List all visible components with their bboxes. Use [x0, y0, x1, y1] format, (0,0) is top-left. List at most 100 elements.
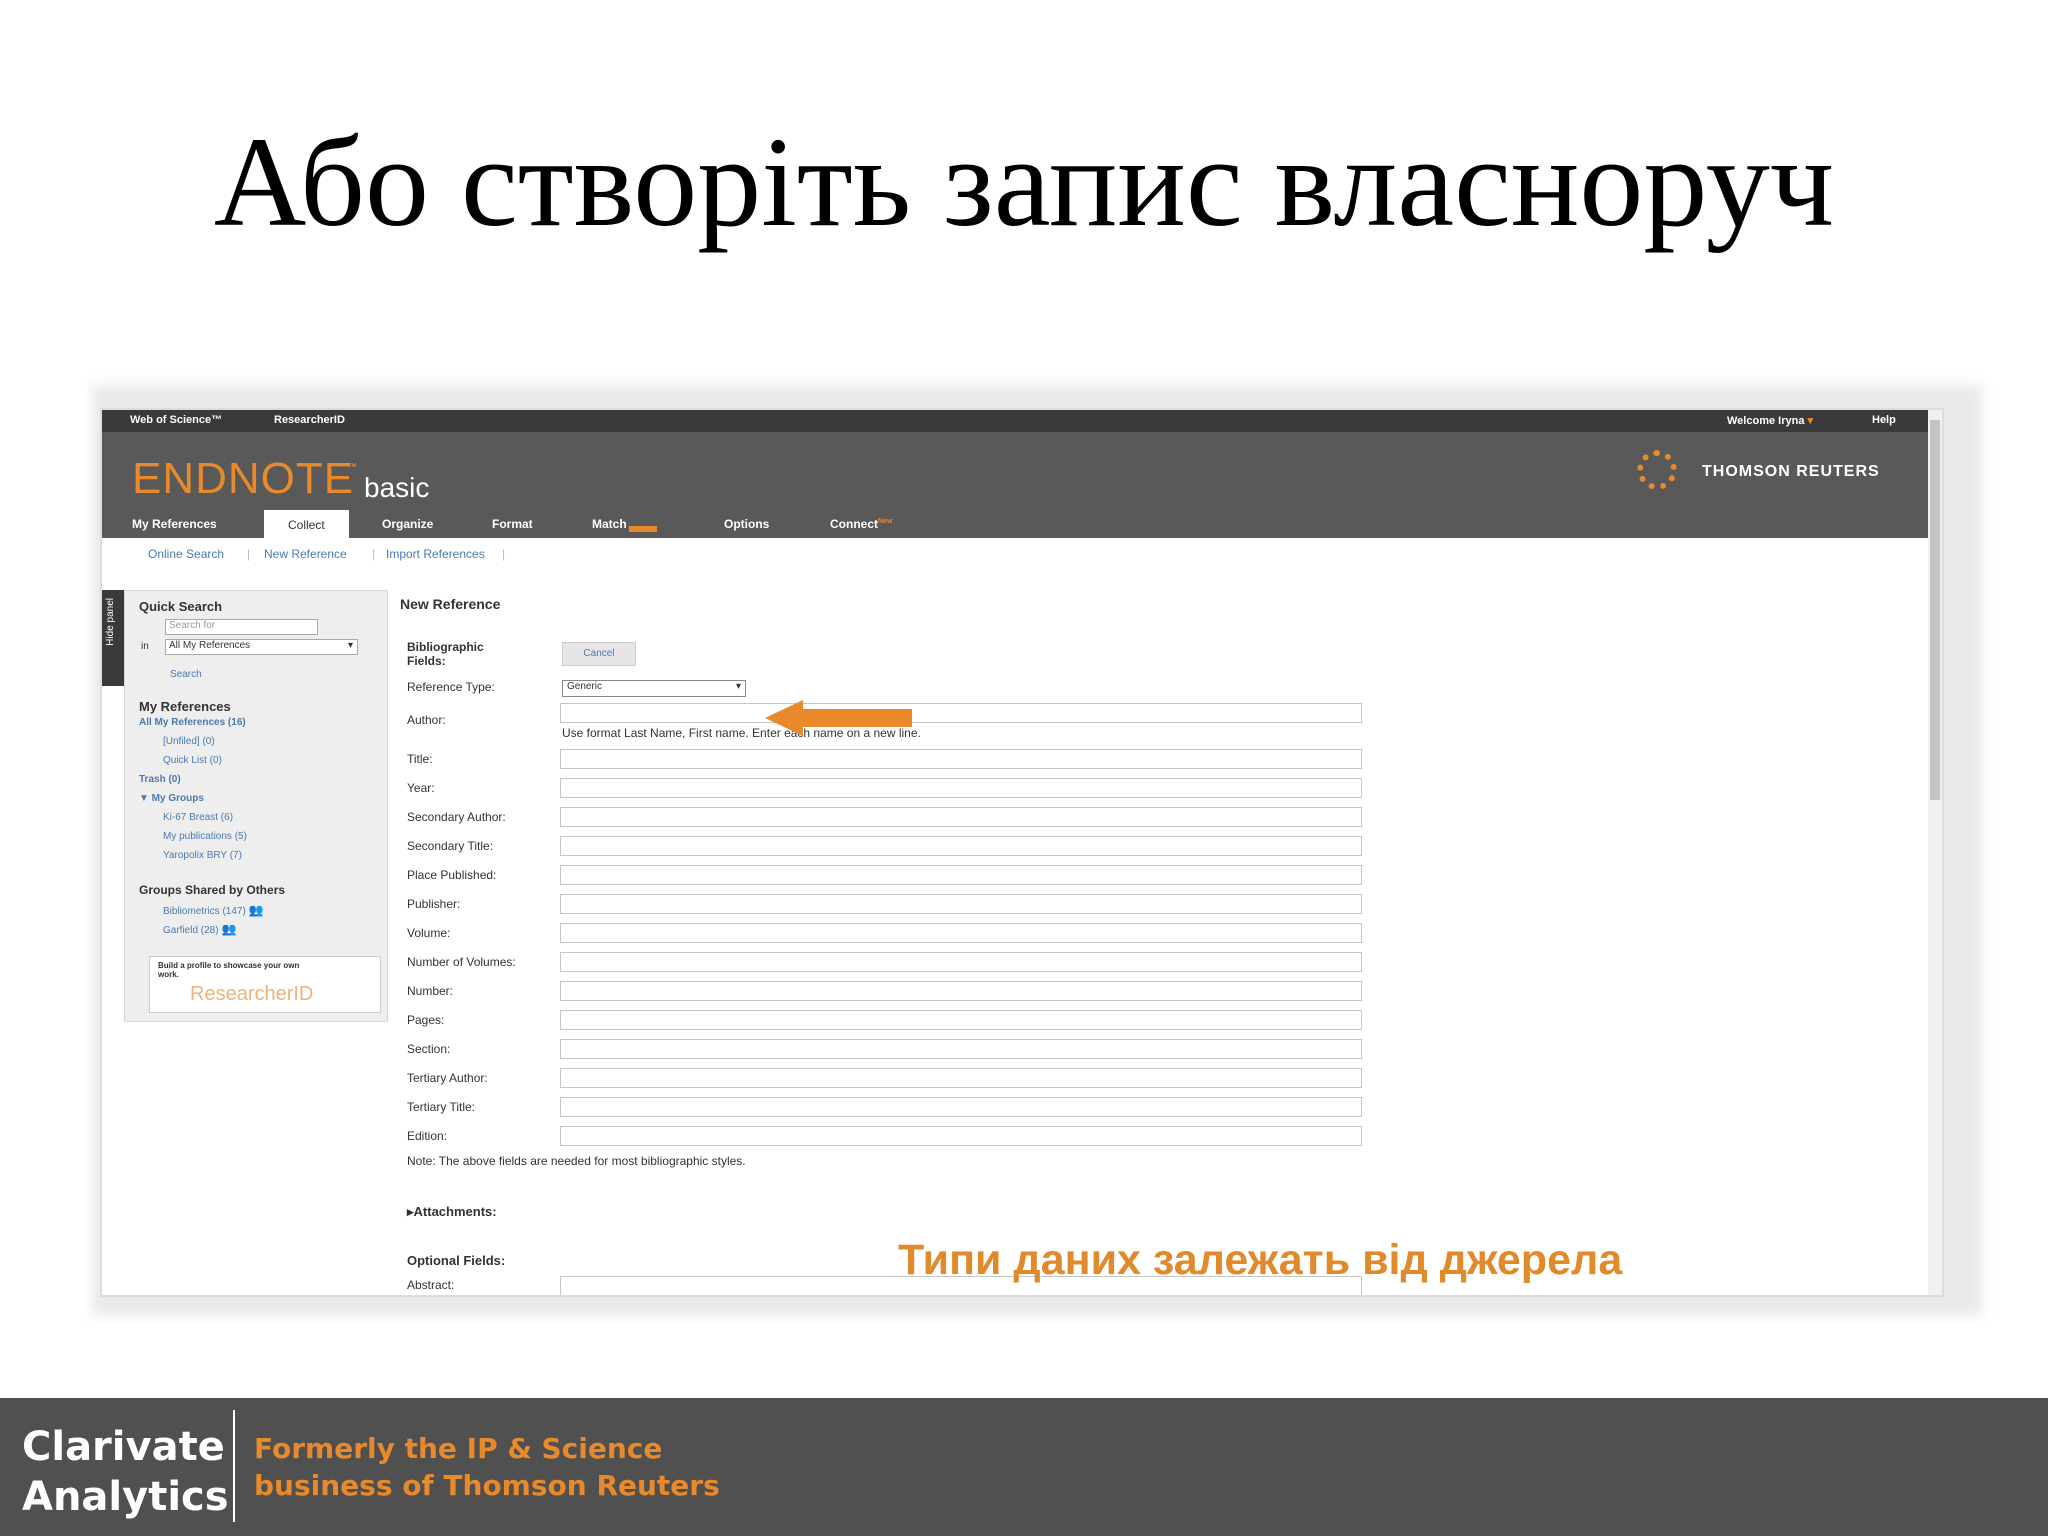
hide-panel-label: Hide panel — [105, 598, 116, 646]
tab-organize[interactable]: Organize — [382, 517, 433, 531]
edition-field[interactable] — [560, 1126, 1362, 1146]
welcome-text: Welcome Iryna — [1727, 415, 1805, 427]
volume-field[interactable] — [560, 923, 1362, 943]
ref-type-value: Generic — [567, 681, 603, 692]
shared-groups-title: Groups Shared by Others — [139, 883, 286, 897]
wos-link[interactable]: Web of Science™ — [130, 414, 222, 426]
app-header: ENDNOTE ™ basic THOMSON REUTERS — [102, 432, 1930, 508]
subnav-divider: | — [372, 547, 376, 561]
sidebar-item-trash[interactable]: Trash (0) — [139, 774, 181, 785]
field-label-edition: Edition: — [407, 1129, 448, 1143]
attachments-toggle[interactable]: ▸Attachments: — [407, 1204, 497, 1220]
group-share-icon: 👥 — [248, 903, 264, 917]
field-label-tertiary-title: Tertiary Title: — [407, 1100, 476, 1114]
sidebar-item-my-groups[interactable]: ▼ My Groups — [139, 793, 204, 804]
field-label-number: Number: — [407, 984, 454, 998]
scope-value: All My References — [169, 640, 251, 651]
abstract-label: Abstract: — [407, 1278, 455, 1292]
place-published-field[interactable] — [560, 865, 1362, 885]
new-badge: New — [878, 518, 893, 525]
author-hint: Use format Last Name, First name. Enter … — [562, 726, 921, 740]
field-label-place-published: Place Published: — [407, 868, 497, 882]
ref-type-label: Reference Type: — [407, 680, 495, 694]
tab-connect[interactable]: ConnectNew — [830, 517, 892, 531]
author-label: Author: — [407, 713, 446, 727]
tagline-line: business of Thomson Reuters — [254, 1469, 720, 1502]
field-label-tertiary-author: Tertiary Author: — [407, 1071, 488, 1085]
tab-match[interactable]: Match — [592, 517, 657, 532]
shared-item-label: Bibliometrics (147) — [163, 906, 246, 917]
help-link[interactable]: Help — [1872, 414, 1896, 426]
cancel-button[interactable]: Cancel — [562, 642, 636, 666]
researcherid-link[interactable]: ResearcherID — [274, 414, 345, 426]
group-share-icon: 👥 — [221, 922, 237, 936]
sidebar-item-quick-list[interactable]: Quick List (0) — [163, 755, 222, 766]
top-bar: Web of Science™ ResearcherID Welcome Iry… — [102, 410, 1930, 432]
thomson-reuters-logo: THOMSON REUTERS — [1702, 463, 1880, 480]
sidebar-item-all[interactable]: All My References (16) — [139, 717, 246, 728]
quick-search-title: Quick Search — [139, 599, 223, 614]
field-label-title: Title: — [407, 752, 433, 766]
subnav-divider: | — [502, 547, 506, 561]
field-label-volume: Volume: — [407, 926, 451, 940]
arrow-shaft — [800, 709, 912, 727]
author-field[interactable] — [560, 703, 1362, 723]
shared-item-label: Garfield (28) — [163, 925, 219, 936]
ref-type-select[interactable]: Generic ▾ — [562, 680, 746, 697]
brand-line: Clarivate — [22, 1424, 225, 1470]
bib-fields-label: Bibliographic Fields: — [407, 640, 484, 668]
field-label-pages: Pages: — [407, 1013, 445, 1027]
scope-select[interactable]: All My References ▾ — [165, 639, 358, 655]
sidebar-item-group[interactable]: Yaropolix BRY (7) — [163, 850, 242, 861]
secondary-author-field[interactable] — [560, 807, 1362, 827]
tab-my-references[interactable]: My References — [132, 517, 217, 531]
hide-panel-tab[interactable]: Hide panel — [102, 590, 124, 686]
field-label-year: Year: — [407, 781, 435, 795]
tagline-line: Formerly the IP & Science — [254, 1432, 663, 1465]
secondary-title-field[interactable] — [560, 836, 1362, 856]
researcherid-logo: ResearcherID — [190, 983, 314, 1005]
footer: Clarivate Analytics Formerly the IP & Sc… — [0, 1398, 2048, 1536]
tertiary-author-field[interactable] — [560, 1068, 1362, 1088]
tab-options[interactable]: Options — [724, 517, 769, 531]
my-references-title: My References — [139, 699, 231, 714]
shared-item[interactable]: Bibliometrics (147) 👥 — [163, 903, 264, 917]
scrollbar-thumb[interactable] — [1930, 420, 1940, 800]
pages-field[interactable] — [560, 1010, 1362, 1030]
sidebar-item-group[interactable]: My publications (5) — [163, 831, 247, 842]
subtab-import-references[interactable]: Import References — [386, 547, 485, 561]
tertiary-title-field[interactable] — [560, 1097, 1362, 1117]
main-nav: My References Collect Organize Format Ma… — [102, 508, 1930, 538]
endnote-logo: ENDNOTE — [132, 454, 355, 503]
tab-collect[interactable]: Collect — [264, 510, 349, 538]
welcome-menu[interactable]: Welcome Iryna ▾ — [1727, 414, 1813, 427]
number-field[interactable] — [560, 981, 1362, 1001]
field-label-secondary-title: Secondary Title: — [407, 839, 494, 853]
form-title: New Reference — [400, 596, 501, 612]
brand-line: Analytics — [22, 1474, 229, 1520]
field-label-publisher: Publisher: — [407, 897, 461, 911]
title-field[interactable] — [560, 749, 1362, 769]
researcherid-promo[interactable]: Build a profile to showcase your own wor… — [149, 956, 381, 1013]
sidebar-item-unfiled[interactable]: [Unfiled] (0) — [163, 736, 215, 747]
search-input[interactable]: Search for — [165, 619, 318, 635]
caption: Типи даних залежать від джерела — [898, 1236, 1623, 1284]
optional-fields-title: Optional Fields: — [407, 1253, 506, 1268]
logo-basic: basic — [364, 472, 430, 503]
section-field[interactable] — [560, 1039, 1362, 1059]
field-label-number-of-volumes: Number of Volumes: — [407, 955, 516, 969]
sub-nav: Online Search | New Reference | Import R… — [102, 542, 1930, 566]
search-button[interactable]: Search — [170, 669, 202, 680]
left-arrow-icon — [765, 700, 803, 736]
beta-badge — [628, 526, 657, 532]
shared-item[interactable]: Garfield (28) 👥 — [163, 922, 237, 936]
sidebar-item-group[interactable]: Ki-67 Breast (6) — [163, 812, 233, 823]
year-field[interactable] — [560, 778, 1362, 798]
number-of-volumes-field[interactable] — [560, 952, 1362, 972]
tab-match-label: Match — [592, 517, 627, 531]
sidebar: Quick Search Search for in All My Refere… — [124, 590, 388, 1022]
tab-format[interactable]: Format — [492, 517, 533, 531]
subtab-new-reference[interactable]: New Reference — [264, 547, 347, 561]
publisher-field[interactable] — [560, 894, 1362, 914]
subtab-online-search[interactable]: Online Search — [148, 547, 224, 561]
